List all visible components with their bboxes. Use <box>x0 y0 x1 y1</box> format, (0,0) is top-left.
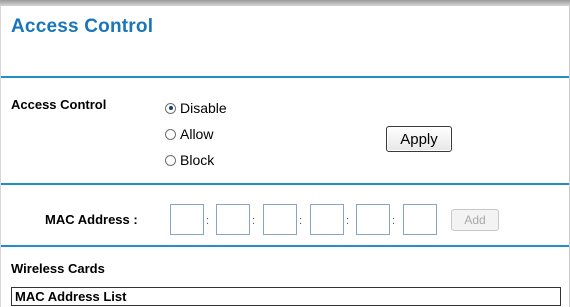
wireless-cards-heading: Wireless Cards <box>11 261 105 276</box>
radio-disable-button[interactable] <box>165 102 176 114</box>
mac-separator: : <box>346 215 350 227</box>
radio-allow-label[interactable]: Allow <box>180 126 213 142</box>
mac-separator: : <box>252 215 256 227</box>
radio-allow[interactable]: Allow <box>165 126 213 142</box>
mac-octet-4-input[interactable] <box>310 204 344 235</box>
divider-middle <box>1 183 569 185</box>
add-button[interactable]: Add <box>451 209 499 231</box>
radio-allow-button[interactable] <box>165 128 176 140</box>
mac-octet-5-input[interactable] <box>356 204 390 235</box>
access-control-label: Access Control <box>11 97 107 112</box>
mac-octet-3-input[interactable] <box>263 204 297 235</box>
apply-button[interactable]: Apply <box>386 126 452 152</box>
mac-octet-2-input[interactable] <box>216 204 250 235</box>
mac-octet-6-input[interactable] <box>403 204 437 235</box>
content-panel: Access Control Access Control Disable Al… <box>0 6 569 307</box>
mac-octet-1-input[interactable] <box>170 204 204 235</box>
radio-disable[interactable]: Disable <box>165 100 227 116</box>
radio-block-label[interactable]: Block <box>180 152 214 168</box>
radio-disable-label[interactable]: Disable <box>180 100 227 116</box>
mac-separator: : <box>206 215 210 227</box>
radio-block[interactable]: Block <box>165 152 214 168</box>
divider-bottom <box>1 245 569 247</box>
radio-block-button[interactable] <box>165 154 176 166</box>
divider-top <box>1 76 569 78</box>
mac-separator: : <box>299 215 303 227</box>
mac-address-list-header: MAC Address List <box>11 287 561 306</box>
mac-separator: : <box>392 215 396 227</box>
page-title: Access Control <box>11 16 154 37</box>
mac-address-label: MAC Address : <box>45 212 138 227</box>
